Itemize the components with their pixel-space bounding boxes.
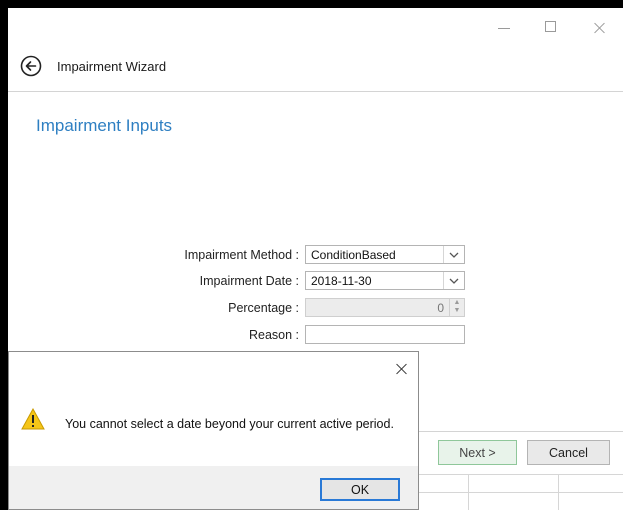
cancel-button[interactable]: Cancel bbox=[527, 440, 610, 465]
date-value: 2018-11-30 bbox=[311, 274, 372, 288]
method-select[interactable]: ConditionBased bbox=[305, 245, 465, 264]
method-value: ConditionBased bbox=[311, 248, 396, 262]
percentage-value: 0 bbox=[437, 301, 444, 315]
background-grid bbox=[408, 474, 623, 510]
chevron-down-icon[interactable] bbox=[443, 246, 464, 263]
maximize-button[interactable] bbox=[545, 21, 556, 32]
date-label: Impairment Date : bbox=[199, 274, 299, 288]
method-label: Impairment Method : bbox=[184, 248, 299, 262]
ok-button[interactable]: OK bbox=[320, 478, 400, 501]
warning-icon bbox=[21, 408, 45, 430]
close-icon[interactable] bbox=[394, 362, 408, 376]
next-button[interactable]: Next > bbox=[438, 440, 517, 465]
minimize-button[interactable] bbox=[498, 18, 510, 38]
percentage-input: 0 ▲ ▼ bbox=[305, 298, 465, 317]
spinner-icon: ▲ ▼ bbox=[449, 299, 464, 316]
wizard-title: Impairment Wizard bbox=[57, 59, 167, 74]
date-picker[interactable]: 2018-11-30 bbox=[305, 271, 465, 290]
reason-input[interactable] bbox=[305, 325, 465, 344]
chevron-down-icon[interactable] bbox=[443, 272, 464, 289]
page-title: Impairment Inputs bbox=[36, 116, 173, 135]
dialog-message: You cannot select a date beyond your cur… bbox=[65, 417, 394, 431]
dialog-footer: OK bbox=[9, 466, 418, 509]
header-divider bbox=[8, 91, 623, 92]
percentage-label: Percentage : bbox=[228, 301, 299, 315]
close-window-button[interactable] bbox=[592, 18, 606, 38]
reason-label: Reason : bbox=[248, 328, 299, 342]
back-arrow-icon[interactable] bbox=[20, 55, 42, 77]
message-dialog: You cannot select a date beyond your cur… bbox=[8, 351, 419, 510]
